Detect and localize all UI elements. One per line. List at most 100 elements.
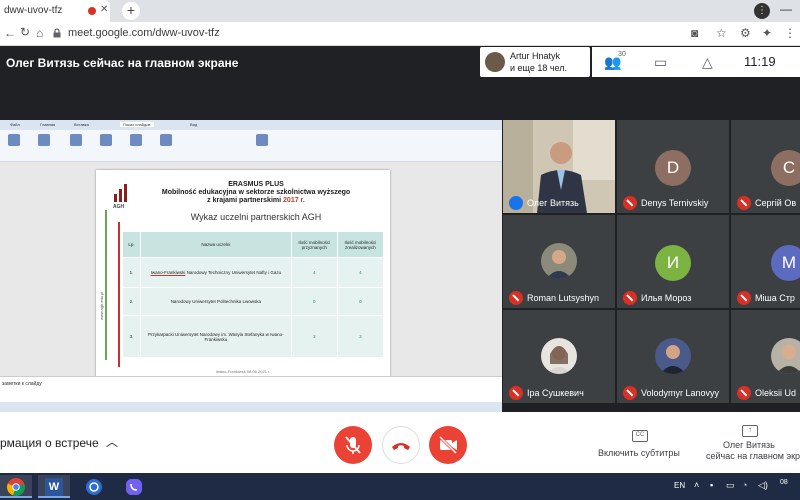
captions-icon[interactable]: CC [632, 430, 648, 442]
camera-off-icon [438, 435, 458, 455]
table-header: Nazwa uczelni [140, 231, 292, 258]
participant-tile[interactable]: Іра Сушкевич [503, 310, 615, 403]
table-cell: 2. [121, 287, 142, 316]
participant-tile[interactable]: Oleksii Ud [731, 310, 800, 403]
camera-indicator-icon[interactable]: ◙ [691, 26, 698, 40]
ribbon-button[interactable] [70, 134, 82, 146]
slide-title-line2: Mobilność edukacyjna w sektorze szkolnic… [161, 189, 351, 196]
table-cell: 1. [121, 257, 142, 288]
slide: www.agh.edu.pl AGH ERASMUS PLUS Mobilnoś… [96, 170, 390, 377]
participant-tile[interactable]: Volodymyr Lanovyy [617, 310, 729, 403]
participant-tile[interactable]: Олег Витязь [503, 120, 615, 213]
participant-tile[interactable]: И Илья Мороз [617, 215, 729, 308]
taskbar-viber[interactable] [118, 475, 150, 498]
taskbar-word[interactable]: W [38, 475, 70, 498]
leave-call-button[interactable] [382, 426, 420, 464]
ribbon-button[interactable] [38, 134, 50, 146]
meet-control-bar: рмация о встрече ︿ CC Включить субтитры … [0, 412, 800, 473]
activities-icon[interactable]: △ [702, 54, 713, 71]
ribbon-tabs: Файл Главная Вставка Показ слайдов Вид [0, 120, 502, 130]
host-name: Artur Hnatyk [510, 51, 561, 61]
avatar [485, 52, 505, 72]
home-icon[interactable]: ⌂ [36, 26, 43, 40]
chat-icon[interactable]: ▭ [654, 54, 667, 71]
notes-pane[interactable]: заметки к слайду [0, 376, 502, 402]
browser-toolbar: ← ↻ ⌂ meet.google.com/dww-uvov-tfz ◙ ☆ ⚙… [0, 22, 800, 46]
chevron-up-icon[interactable]: ︿ [106, 433, 118, 450]
network-icon[interactable]: ▭ [726, 480, 735, 491]
slide-year: 2017 r. [283, 197, 305, 204]
ribbon-button[interactable] [256, 134, 268, 146]
muted-mic-icon [737, 386, 751, 400]
mic-toggle-button[interactable] [334, 426, 372, 464]
slide-footer: Iwano-Frankiwsk 08.06.2021 r. [215, 369, 271, 374]
powerpoint-status-bar [0, 402, 502, 412]
tab-close-icon[interactable]: ✕ [100, 4, 108, 15]
avatar [771, 338, 800, 374]
participant-tile[interactable]: С Сергій Ов [731, 120, 800, 213]
slide-title: ERASMUS PLUS [228, 181, 284, 188]
participant-name: Сергій Ов [755, 198, 797, 208]
speaking-indicator-icon [509, 196, 523, 210]
table-cell: 0 [336, 287, 385, 316]
profile-menu-icon[interactable]: ⋮ [754, 3, 770, 19]
ribbon-button[interactable] [160, 134, 172, 146]
viber-icon [126, 479, 142, 495]
network-wifi-icon[interactable]: ◔ [742, 480, 747, 490]
muted-mic-icon [737, 291, 751, 305]
bookmark-star-icon[interactable]: ☆ [716, 26, 727, 40]
participant-tile[interactable]: D Denys Ternivskiy [617, 120, 729, 213]
participant-count-badge: 30 [618, 51, 626, 58]
volume-icon[interactable]: ◁) [758, 480, 768, 491]
new-tab-button[interactable]: + [122, 2, 140, 20]
present-screen-icon[interactable]: ↑ [742, 425, 758, 437]
window-minimize-icon[interactable]: — [780, 2, 792, 16]
presenting-label-line1[interactable]: Олег Витязь [723, 440, 775, 450]
notes-text: заметки к слайду [2, 381, 42, 387]
participant-tile[interactable]: Roman Lutsyshyn [503, 215, 615, 308]
language-indicator[interactable]: EN [674, 481, 685, 490]
address-bar[interactable]: meet.google.com/dww-uvov-tfz [68, 27, 220, 39]
table-cell: 0 [290, 287, 338, 316]
camera-toggle-button[interactable] [429, 426, 467, 464]
puzzle-icon[interactable]: ✦ [762, 26, 772, 40]
ribbon-button[interactable] [100, 134, 112, 146]
taskbar-chrome[interactable] [0, 475, 32, 498]
screen: dww-uvov-tfz ✕ + ⋮ — ← ↻ ⌂ meet.google.c… [0, 0, 800, 500]
participant-tile[interactable]: М Міша Стр [731, 215, 800, 308]
extension-icon[interactable]: ⚙ [740, 26, 751, 40]
participant-name: Roman Lutsyshyn [527, 293, 600, 303]
reload-icon[interactable]: ↻ [20, 25, 30, 39]
participant-name: Міша Стр [755, 293, 795, 303]
avatar: И [655, 245, 691, 281]
clock: 11:19 [744, 54, 776, 69]
ribbon-tab[interactable]: Главная [40, 122, 55, 127]
presenting-label-line2[interactable]: сейчас на главном экра [706, 451, 800, 461]
avatar [655, 338, 691, 374]
taskbar-app[interactable] [78, 475, 110, 498]
meeting-details-button[interactable]: рмация о встрече [0, 436, 99, 450]
table-cell: Narodowy Uniwersytet Politechnika Lwowsk… [140, 287, 292, 316]
tray-app-icon[interactable]: ▪ [710, 480, 713, 490]
table-cell: 3 [290, 315, 338, 358]
tray-chevron-icon[interactable]: ˄ [694, 480, 699, 490]
ribbon-tab[interactable]: Вид [190, 122, 197, 127]
ribbon [0, 130, 502, 162]
ribbon-button[interactable] [130, 134, 142, 146]
chrome-menu-icon[interactable]: ⋮ [784, 26, 796, 40]
back-icon[interactable]: ← [4, 26, 16, 40]
captions-label[interactable]: Включить субтитры [598, 448, 680, 458]
taskbar-clock[interactable]: 08 [780, 479, 788, 486]
muted-mic-icon [623, 291, 637, 305]
ribbon-tab[interactable]: Файл [10, 122, 20, 127]
meet-header-actions: 👥 30 ▭ △ 11:19 [592, 47, 800, 77]
ribbon-tab[interactable]: Вставка [74, 122, 89, 127]
host-others: и еще 18 чел. [510, 63, 568, 73]
table-header: Ilość mobilności zrealizowanych [336, 231, 385, 258]
ribbon-button[interactable] [8, 134, 20, 146]
app-circle-icon [86, 479, 102, 495]
table-header: Lp. [121, 231, 142, 258]
ribbon-tab-active[interactable]: Показ слайдов [120, 122, 154, 127]
browser-tab[interactable]: dww-uvov-tfz ✕ [0, 0, 110, 22]
muted-mic-icon [509, 386, 523, 400]
